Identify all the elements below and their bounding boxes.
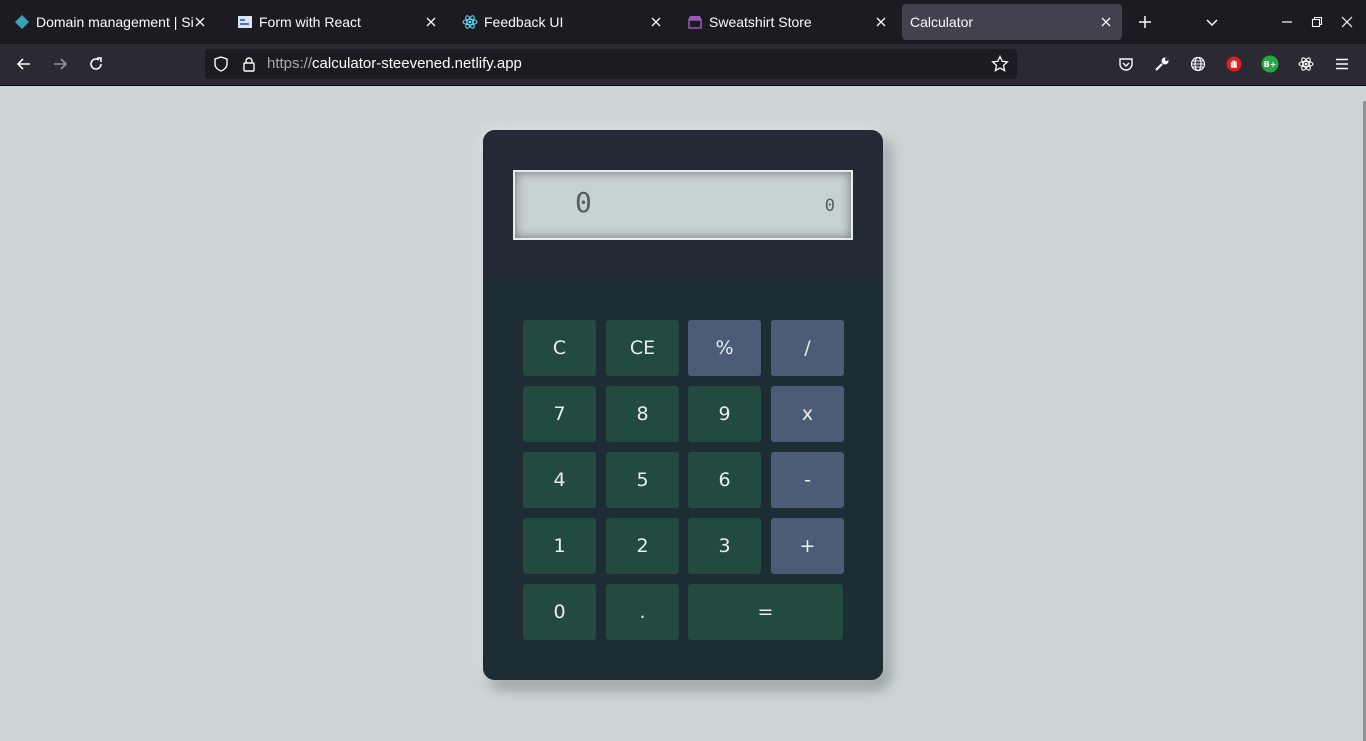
previous-value: 0	[824, 196, 835, 216]
digit-3-button[interactable]: 3	[688, 518, 761, 574]
forward-button[interactable]	[46, 50, 74, 78]
digit-6-button[interactable]: 6	[688, 452, 761, 508]
store-icon	[687, 14, 703, 30]
digit-0-button[interactable]: 0	[523, 584, 596, 640]
close-icon[interactable]	[423, 14, 439, 30]
tab-strip: Domain management | Si Form with React F…	[0, 0, 1366, 44]
form-icon	[237, 14, 253, 30]
extension-badge-icon[interactable]: B+	[1256, 50, 1284, 78]
close-icon[interactable]	[873, 14, 889, 30]
digit-8-button[interactable]: 8	[606, 386, 679, 442]
tab-label: Sweatshirt Store	[709, 14, 812, 30]
calculator: 0 0 C CE%/ 7 8 9 x 4 5 6- 1 2 3 +0. =	[483, 130, 883, 680]
new-tab-button[interactable]	[1131, 8, 1159, 36]
lock-icon[interactable]	[241, 56, 257, 76]
url-host: calculator-steevened.netlify.app	[312, 55, 522, 72]
shield-icon[interactable]	[213, 56, 229, 76]
decimal-button[interactable]: .	[606, 584, 679, 640]
restore-button[interactable]	[1303, 8, 1331, 36]
subtract-button[interactable]: -	[771, 452, 844, 508]
close-icon[interactable]	[1098, 14, 1114, 30]
digit-5-button[interactable]: 5	[606, 452, 679, 508]
tab-form-with-react[interactable]: Form with React	[227, 4, 447, 40]
tab-label: Calculator	[910, 14, 974, 30]
minimize-button[interactable]	[1273, 8, 1301, 36]
close-icon[interactable]	[648, 14, 664, 30]
react-icon	[462, 14, 478, 30]
clear-button[interactable]: C	[523, 320, 596, 376]
diamond-icon	[14, 14, 30, 30]
multiply-button[interactable]: x	[771, 386, 844, 442]
reload-button[interactable]	[82, 50, 110, 78]
pocket-button[interactable]	[1112, 50, 1140, 78]
digit-1-button[interactable]: 1	[523, 518, 596, 574]
adblock-icon[interactable]	[1220, 50, 1248, 78]
close-icon[interactable]	[192, 14, 208, 30]
tab-domain-management[interactable]: Domain management | Si	[4, 4, 216, 40]
address-bar[interactable]: https://calculator-steevened.netlify.app	[205, 49, 1017, 79]
current-value: 0	[575, 186, 592, 219]
add-button[interactable]: +	[771, 518, 844, 574]
extension-badge-label: B+	[1263, 59, 1277, 69]
digit-4-button[interactable]: 4	[523, 452, 596, 508]
list-all-tabs-button[interactable]	[1198, 8, 1226, 36]
menu-button[interactable]	[1328, 50, 1356, 78]
digit-7-button[interactable]: 7	[523, 386, 596, 442]
wrench-icon[interactable]	[1148, 50, 1176, 78]
globe-icon[interactable]	[1184, 50, 1212, 78]
calculator-screen: 0 0	[513, 170, 853, 240]
tab-feedback-ui[interactable]: Feedback UI	[452, 4, 672, 40]
tab-sweatshirt-store[interactable]: Sweatshirt Store	[677, 4, 897, 40]
percent-button[interactable]: %	[688, 320, 761, 376]
react-devtools-icon[interactable]	[1292, 50, 1320, 78]
url-scheme: https://	[267, 55, 313, 72]
divide-button[interactable]: /	[771, 320, 844, 376]
digit-9-button[interactable]: 9	[688, 386, 761, 442]
tab-calculator[interactable]: Calculator	[902, 4, 1122, 40]
equals-button[interactable]: =	[688, 584, 843, 640]
back-button[interactable]	[10, 50, 38, 78]
tab-label: Form with React	[259, 14, 361, 30]
tab-label: Domain management | Si	[36, 14, 194, 30]
star-icon[interactable]	[991, 54, 1009, 77]
window-close-button[interactable]	[1333, 8, 1361, 36]
clear-entry-button[interactable]: CE	[606, 320, 679, 376]
tab-label: Feedback UI	[484, 14, 564, 30]
digit-2-button[interactable]: 2	[606, 518, 679, 574]
navigation-toolbar: https://calculator-steevened.netlify.app…	[0, 44, 1366, 86]
url-text[interactable]: https://calculator-steevened.netlify.app	[267, 55, 522, 72]
